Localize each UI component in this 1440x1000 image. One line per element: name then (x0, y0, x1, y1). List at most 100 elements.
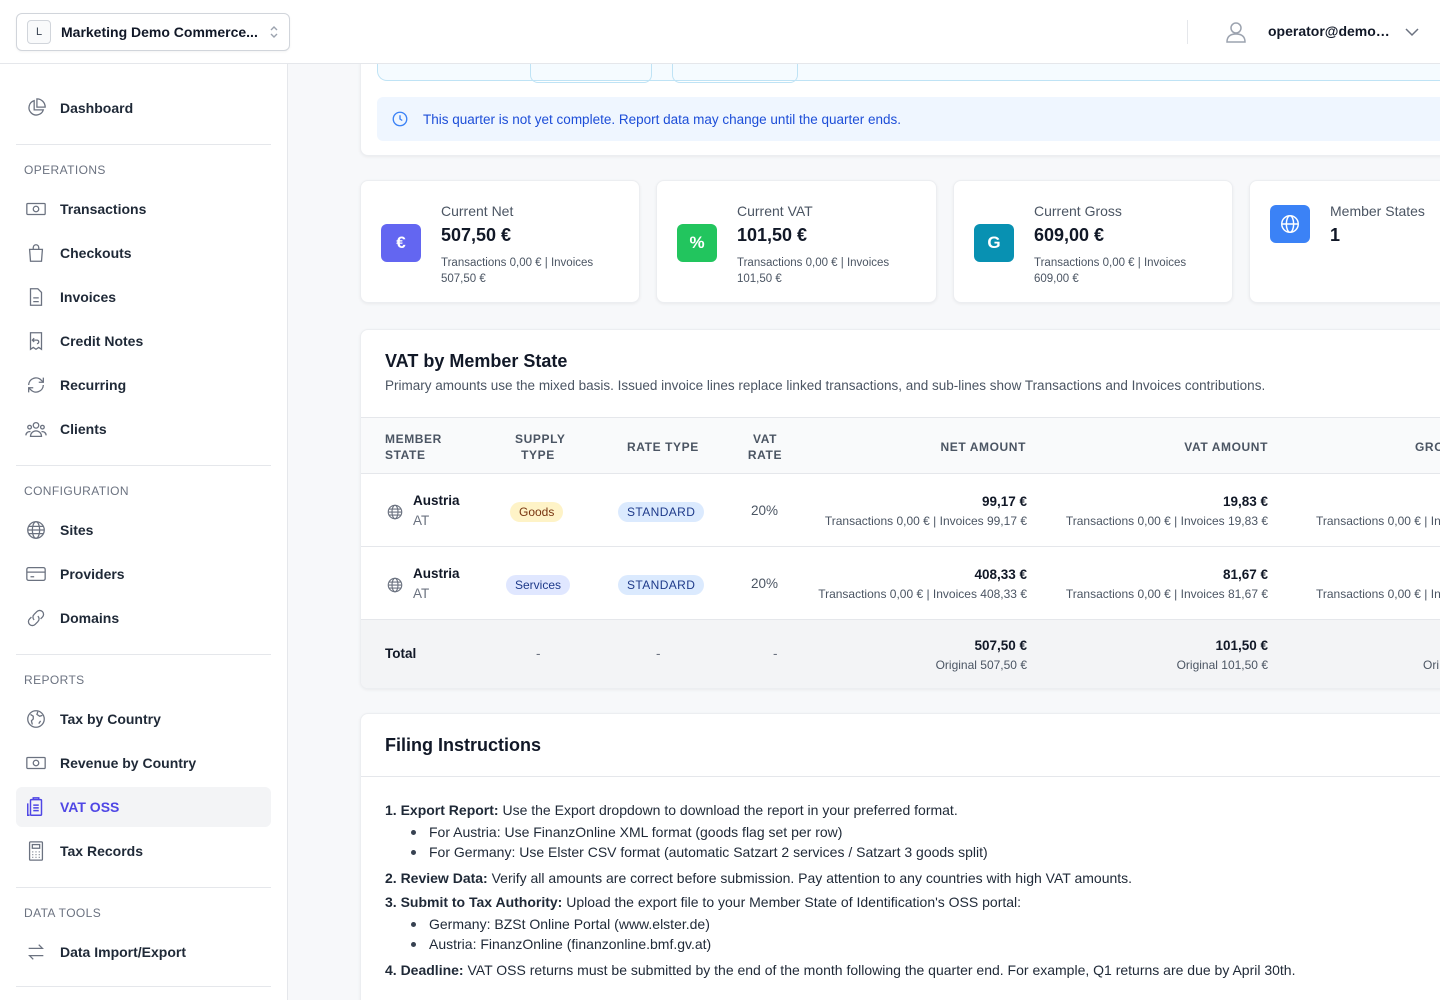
euro-icon: € (381, 224, 421, 262)
table-total-row: Total - - - 507,50 € Original 507,50 € 1… (361, 620, 1440, 688)
sidebar-item-tax-by-country[interactable]: Tax by Country (16, 699, 271, 739)
vat-rate: 20% (751, 503, 779, 518)
sidebar-item-credit-notes[interactable]: Credit Notes (16, 321, 271, 361)
receipt-refund-icon (24, 329, 48, 353)
column-header-vat-rate[interactable]: VAT RATE (747, 431, 783, 463)
column-header-gross-amount[interactable]: GRO (1415, 439, 1440, 455)
sidebar-item-label: Credit Notes (60, 333, 144, 349)
document-icon (24, 285, 48, 309)
vat-rate: 20% (751, 576, 779, 591)
supply-type-badge: Goods (510, 502, 564, 522)
quarter-incomplete-notice: This quarter is not yet complete. Report… (377, 97, 1440, 141)
sidebar-item-label: Revenue by Country (60, 755, 197, 771)
total-vat-amount: 101,50 € (1215, 638, 1268, 653)
sidebar-item-vat-oss[interactable]: VAT OSS (16, 787, 271, 827)
sidebar-item-sites[interactable]: Sites (16, 510, 271, 550)
credit-card-icon (24, 562, 48, 586)
stat-label: Current Net (441, 203, 514, 219)
banknote-icon (24, 751, 48, 775)
sidebar-item-label: VAT OSS (60, 799, 120, 815)
column-header-supply-type[interactable]: SUPPLY TYPE (515, 431, 565, 463)
user-avatar-icon[interactable] (1222, 18, 1250, 46)
sidebar-item-transactions[interactable]: Transactions (16, 189, 271, 229)
sidebar-item-label: Checkouts (60, 245, 132, 261)
topbar-divider (1187, 20, 1188, 44)
globe-icon (24, 518, 48, 542)
sidebar-divider (16, 887, 271, 888)
instruction-step: 3. Submit to Tax Authority: Upload the e… (385, 894, 1435, 954)
instruction-step: 1. Export Report: Use the Export dropdow… (385, 802, 1435, 862)
notice-text: This quarter is not yet complete. Report… (423, 111, 902, 127)
sidebar-divider (16, 986, 271, 987)
banknote-icon (24, 197, 48, 221)
sidebar-item-label: Transactions (60, 201, 147, 217)
sidebar-item-clients[interactable]: Clients (16, 409, 271, 449)
filing-instructions-list: 1. Export Report: Use the Export dropdow… (385, 802, 1435, 986)
supply-type-badge: Services (506, 575, 571, 595)
total-label: Total (385, 646, 417, 661)
column-header-net-amount[interactable]: NET AMOUNT (881, 439, 1026, 455)
sidebar-item-dashboard[interactable]: Dashboard (16, 88, 271, 128)
sidebar-item-revenue-by-country[interactable]: Revenue by Country (16, 743, 271, 783)
empty-cell: - (656, 646, 661, 661)
stat-breakdown: Transactions 0,00 € | Invoices 101,50 € (737, 257, 890, 285)
arrows-right-left-icon (24, 940, 48, 964)
chevron-down-icon[interactable] (1404, 24, 1420, 40)
section-title: Filing Instructions (385, 735, 541, 755)
vat-by-member-state-card: VAT by Member State Primary amounts use … (360, 329, 1440, 689)
stat-value: 101,50 € (737, 225, 808, 245)
stat-value: 1 (1330, 225, 1341, 245)
total-net-original: Original 507,50 € (935, 658, 1027, 672)
globe-icon (387, 504, 403, 520)
sidebar-item-label: Recurring (60, 377, 127, 393)
country-name: Austria (413, 493, 460, 508)
globe-icon (1270, 205, 1310, 243)
sidebar-item-label: Tax Records (60, 843, 143, 859)
net-amount: 99,17 € (981, 494, 1027, 509)
total-gross-original: Ori (1423, 658, 1439, 672)
link-icon (24, 606, 48, 630)
refresh-icon (24, 373, 48, 397)
site-selector[interactable]: L Marketing Demo Commerce... (16, 13, 290, 51)
stat-card-net: € Current Net 507,50 € Transactions 0,00… (360, 180, 640, 303)
sidebar-item-invoices[interactable]: Invoices (16, 277, 271, 317)
user-email[interactable]: operator@demo.... (1268, 23, 1390, 39)
column-header-rate-type[interactable]: RATE TYPE (627, 439, 699, 455)
sidebar-item-label: Domains (60, 610, 120, 626)
table-header: MEMBER STATE SUPPLY TYPE RATE TYPE VAT RATE… (361, 417, 1440, 474)
site-badge: L (27, 20, 51, 44)
gross-breakdown: Transactions 0,00 € | Inv (1316, 514, 1440, 528)
vat-breakdown: Transactions 0,00 € | Invoices 19,83 € (1065, 514, 1268, 528)
shopping-bag-icon (24, 241, 48, 265)
sidebar-item-domains[interactable]: Domains (16, 598, 271, 638)
sidebar-item-recurring[interactable]: Recurring (16, 365, 271, 405)
column-header-member-state[interactable]: MEMBER STATE (385, 431, 442, 463)
sidebar-item-providers[interactable]: Providers (16, 554, 271, 594)
section-data-tools: DATA TOOLS (24, 906, 102, 920)
sidebar-divider (16, 654, 271, 655)
sidebar-item-data-import-export[interactable]: Data Import/Export (16, 932, 271, 972)
net-amount: 408,33 € (974, 567, 1027, 582)
section-subtitle: Primary amounts use the mixed basis. Iss… (385, 378, 1266, 393)
column-header-vat-amount[interactable]: VAT AMOUNT (1121, 439, 1268, 455)
sidebar-item-label: Data Import/Export (60, 944, 187, 960)
gross-icon: G (974, 224, 1014, 262)
sidebar-item-tax-records[interactable]: Tax Records (16, 831, 271, 871)
instruction-step: 4. Deadline: VAT OSS returns must be sub… (385, 962, 1296, 978)
stat-value: 609,00 € (1034, 225, 1105, 245)
sidebar-divider (16, 144, 271, 145)
section-operations: OPERATIONS (24, 163, 106, 177)
total-net-amount: 507,50 € (974, 638, 1027, 653)
sidebar-item-label: Sites (60, 522, 94, 538)
sidebar-item-checkouts[interactable]: Checkouts (16, 233, 271, 273)
sidebar-item-label: Dashboard (60, 100, 134, 116)
sidebar-divider (16, 465, 271, 466)
filter-panel (377, 64, 1440, 83)
chevron-updown-icon (269, 25, 279, 39)
table-row[interactable]: Austria AT Services STANDARD 20% 408,33 … (361, 547, 1440, 620)
stat-label: Current VAT (737, 203, 813, 219)
filter-control[interactable] (672, 64, 798, 83)
instruction-bullet: Austria: FinanzOnline (finanzonline.bmf.… (385, 934, 1435, 954)
filter-control[interactable] (530, 64, 652, 83)
table-row[interactable]: Austria AT Goods STANDARD 20% 99,17 € Tr… (361, 474, 1440, 547)
